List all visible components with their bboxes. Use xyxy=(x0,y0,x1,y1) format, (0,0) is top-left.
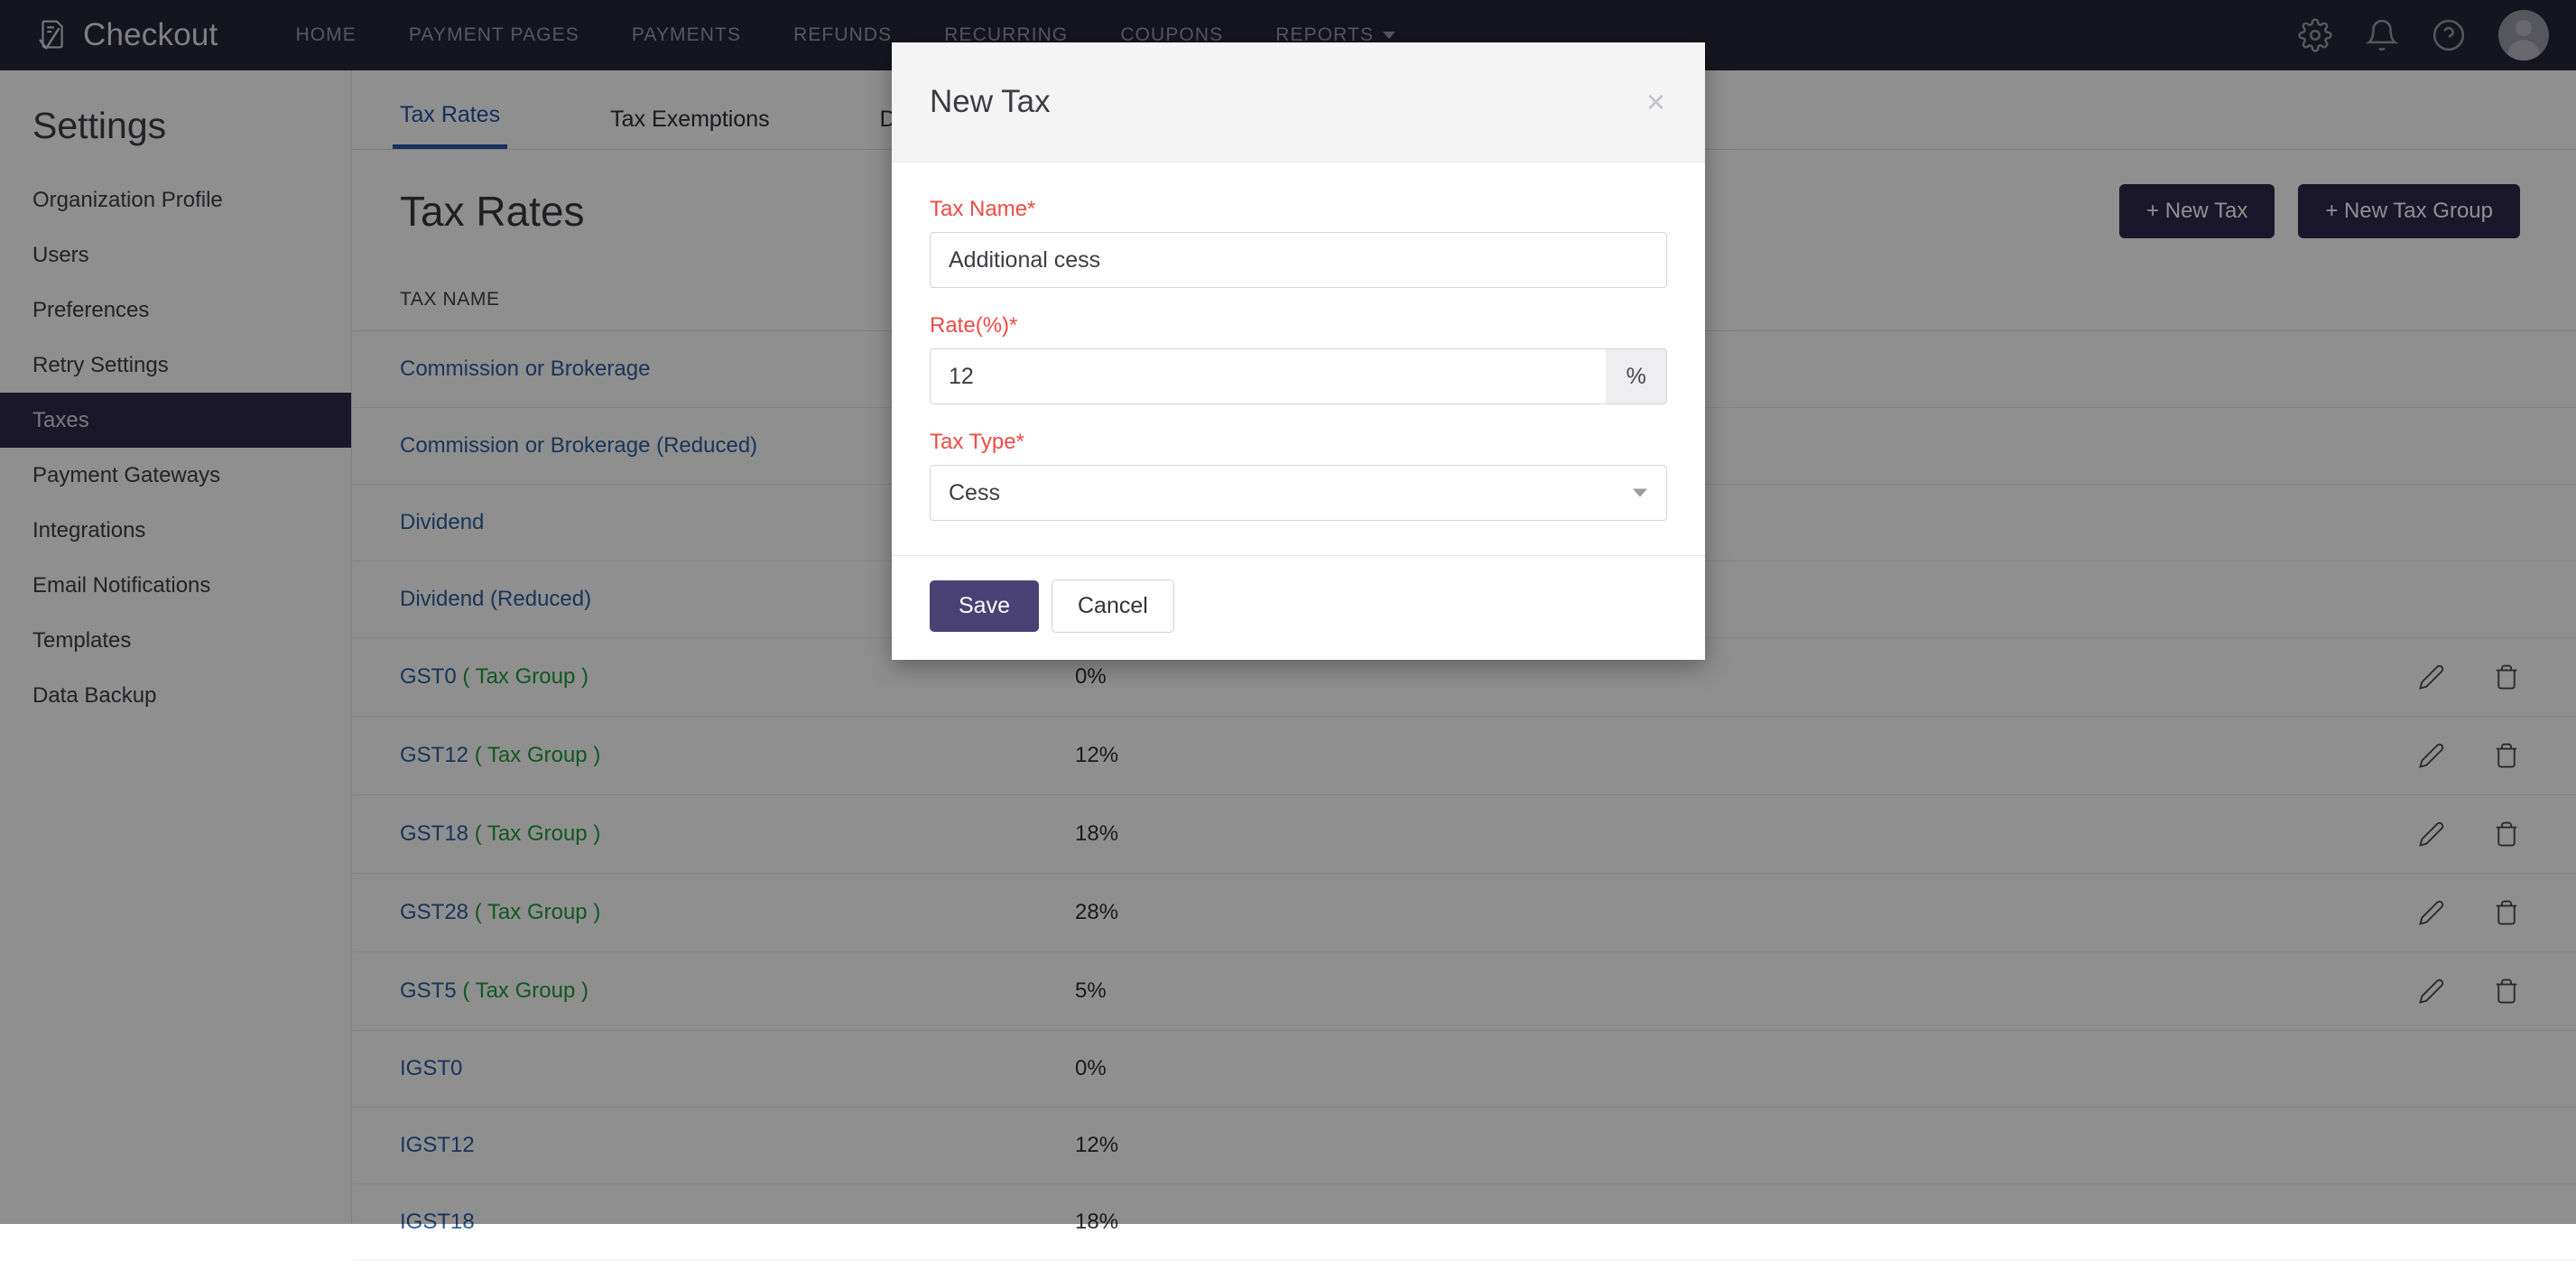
rate-input-group: % xyxy=(930,348,1667,404)
new-tax-modal: New Tax × Tax Name* Rate(%)* % Tax Type*… xyxy=(892,42,1705,660)
modal-title: New Tax xyxy=(930,84,1051,119)
save-button[interactable]: Save xyxy=(930,580,1039,632)
close-icon[interactable]: × xyxy=(1646,86,1665,118)
cancel-button[interactable]: Cancel xyxy=(1051,580,1174,633)
field-tax-type: Tax Type* xyxy=(930,430,1667,521)
modal-header: New Tax × xyxy=(892,42,1705,162)
percent-addon: % xyxy=(1606,348,1667,404)
modal-body: Tax Name* Rate(%)* % Tax Type* xyxy=(892,162,1705,555)
tax-name-input[interactable] xyxy=(930,232,1667,288)
tax-type-select[interactable] xyxy=(930,465,1667,521)
tax-type-label: Tax Type* xyxy=(930,430,1024,454)
tax-name-label: Tax Name* xyxy=(930,197,1036,221)
rate-label: Rate(%)* xyxy=(930,313,1018,338)
tax-type-select-wrap xyxy=(930,465,1667,521)
rate-input[interactable] xyxy=(930,348,1607,404)
modal-footer: Save Cancel xyxy=(892,555,1705,660)
field-rate: Rate(%)* % xyxy=(930,313,1667,404)
field-tax-name: Tax Name* xyxy=(930,197,1667,288)
